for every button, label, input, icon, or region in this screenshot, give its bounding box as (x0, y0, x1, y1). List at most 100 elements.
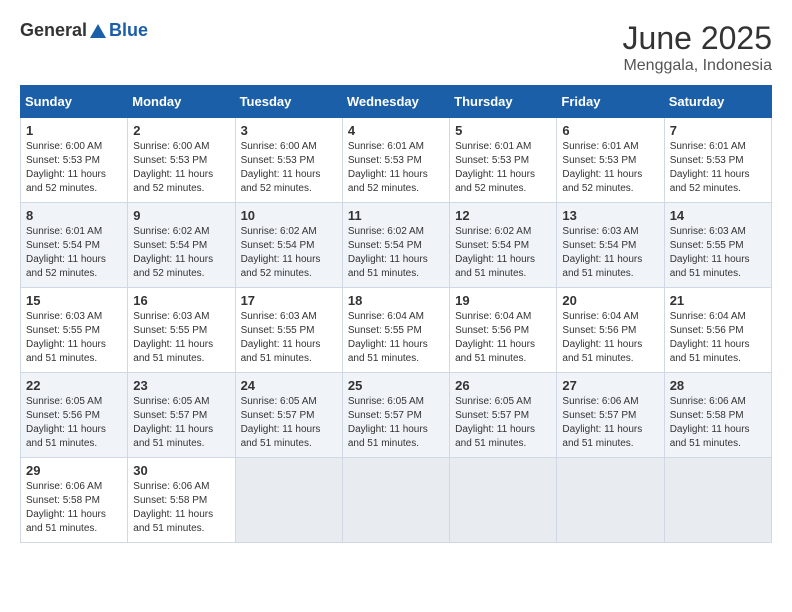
cell-info: Sunrise: 6:06 AMSunset: 5:58 PMDaylight:… (133, 480, 229, 536)
calendar-cell: 24 Sunrise: 6:05 AMSunset: 5:57 PMDayligh… (235, 373, 342, 458)
calendar-cell: 15 Sunrise: 6:03 AMSunset: 5:55 PMDayligh… (21, 288, 128, 373)
day-number: 18 (348, 293, 444, 308)
week-row-1: 1Sunrise: 6:00 AMSunset: 5:53 PMDaylight… (21, 118, 772, 203)
day-number: 24 (241, 378, 337, 393)
header-day-monday: Monday (128, 86, 235, 118)
cell-info: Sunrise: 6:01 AMSunset: 5:53 PMDaylight:… (562, 140, 658, 196)
cell-info: Sunrise: 6:06 AMSunset: 5:58 PMDaylight:… (26, 480, 122, 536)
cell-info: Sunrise: 6:03 AMSunset: 5:55 PMDaylight:… (670, 225, 766, 281)
header-day-tuesday: Tuesday (235, 86, 342, 118)
day-number: 9 (133, 208, 229, 223)
calendar-cell (450, 458, 557, 543)
cell-info: Sunrise: 6:01 AMSunset: 5:53 PMDaylight:… (348, 140, 444, 196)
calendar-cell: 2Sunrise: 6:00 AMSunset: 5:53 PMDaylight… (128, 118, 235, 203)
header-day-thursday: Thursday (450, 86, 557, 118)
cell-info: Sunrise: 6:02 AMSunset: 5:54 PMDaylight:… (241, 225, 337, 281)
calendar-cell (557, 458, 664, 543)
day-number: 7 (670, 123, 766, 138)
cell-info: Sunrise: 6:01 AMSunset: 5:54 PMDaylight:… (26, 225, 122, 281)
cell-info: Sunrise: 6:04 AMSunset: 5:55 PMDaylight:… (348, 310, 444, 366)
cell-info: Sunrise: 6:03 AMSunset: 5:55 PMDaylight:… (241, 310, 337, 366)
cell-info: Sunrise: 6:06 AMSunset: 5:57 PMDaylight:… (562, 395, 658, 451)
calendar-cell: 17 Sunrise: 6:03 AMSunset: 5:55 PMDayligh… (235, 288, 342, 373)
calendar-cell (342, 458, 449, 543)
logo: General Blue (20, 20, 148, 41)
header-day-friday: Friday (557, 86, 664, 118)
calendar-body: 1Sunrise: 6:00 AMSunset: 5:53 PMDaylight… (21, 118, 772, 543)
calendar-cell: 28 Sunrise: 6:06 AMSunset: 5:58 PMDayligh… (664, 373, 771, 458)
cell-info: Sunrise: 6:02 AMSunset: 5:54 PMDaylight:… (133, 225, 229, 281)
cell-info: Sunrise: 6:03 AMSunset: 5:55 PMDaylight:… (133, 310, 229, 366)
header-day-saturday: Saturday (664, 86, 771, 118)
cell-info: Sunrise: 6:01 AMSunset: 5:53 PMDaylight:… (670, 140, 766, 196)
day-number: 27 (562, 378, 658, 393)
day-number: 23 (133, 378, 229, 393)
calendar-cell: 30 Sunrise: 6:06 AMSunset: 5:58 PMDayligh… (128, 458, 235, 543)
month-title: June 2025 (623, 20, 772, 57)
calendar-cell: 13 Sunrise: 6:03 AMSunset: 5:54 PMDayligh… (557, 203, 664, 288)
calendar-cell: 20Sunrise: 6:04 AMSunset: 5:56 PMDayligh… (557, 288, 664, 373)
header-row: SundayMondayTuesdayWednesdayThursdayFrid… (21, 86, 772, 118)
calendar-cell: 12 Sunrise: 6:02 AMSunset: 5:54 PMDayligh… (450, 203, 557, 288)
day-number: 12 (455, 208, 551, 223)
page-header: General Blue June 2025 Menggala, Indones… (20, 20, 772, 75)
week-row-5: 29Sunrise: 6:06 AMSunset: 5:58 PMDayligh… (21, 458, 772, 543)
cell-info: Sunrise: 6:04 AMSunset: 5:56 PMDaylight:… (562, 310, 658, 366)
logo-triangle-icon (89, 22, 107, 40)
cell-info: Sunrise: 6:00 AMSunset: 5:53 PMDaylight:… (133, 140, 229, 196)
day-number: 13 (562, 208, 658, 223)
logo-blue-text: Blue (109, 20, 148, 41)
day-number: 25 (348, 378, 444, 393)
day-number: 30 (133, 463, 229, 478)
day-number: 5 (455, 123, 551, 138)
title-block: June 2025 Menggala, Indonesia (623, 20, 772, 75)
day-number: 14 (670, 208, 766, 223)
week-row-3: 15 Sunrise: 6:03 AMSunset: 5:55 PMDayligh… (21, 288, 772, 373)
cell-info: Sunrise: 6:06 AMSunset: 5:58 PMDaylight:… (670, 395, 766, 451)
day-number: 11 (348, 208, 444, 223)
calendar-cell (235, 458, 342, 543)
cell-info: Sunrise: 6:00 AMSunset: 5:53 PMDaylight:… (241, 140, 337, 196)
location: Menggala, Indonesia (623, 57, 772, 75)
calendar-cell: 26Sunrise: 6:05 AMSunset: 5:57 PMDayligh… (450, 373, 557, 458)
day-number: 16 (133, 293, 229, 308)
calendar-cell: 7 Sunrise: 6:01 AMSunset: 5:53 PMDaylight… (664, 118, 771, 203)
day-number: 3 (241, 123, 337, 138)
calendar-cell: 25 Sunrise: 6:05 AMSunset: 5:57 PMDayligh… (342, 373, 449, 458)
day-number: 6 (562, 123, 658, 138)
day-number: 10 (241, 208, 337, 223)
calendar-cell: 11 Sunrise: 6:02 AMSunset: 5:54 PMDayligh… (342, 203, 449, 288)
cell-info: Sunrise: 6:05 AMSunset: 5:57 PMDaylight:… (348, 395, 444, 451)
calendar-cell: 4 Sunrise: 6:01 AMSunset: 5:53 PMDaylight… (342, 118, 449, 203)
calendar-cell: 22 Sunrise: 6:05 AMSunset: 5:56 PMDayligh… (21, 373, 128, 458)
cell-info: Sunrise: 6:02 AMSunset: 5:54 PMDaylight:… (348, 225, 444, 281)
cell-info: Sunrise: 6:05 AMSunset: 5:57 PMDaylight:… (133, 395, 229, 451)
cell-info: Sunrise: 6:03 AMSunset: 5:55 PMDaylight:… (26, 310, 122, 366)
day-number: 4 (348, 123, 444, 138)
day-number: 28 (670, 378, 766, 393)
cell-info: Sunrise: 6:03 AMSunset: 5:54 PMDaylight:… (562, 225, 658, 281)
calendar-table: SundayMondayTuesdayWednesdayThursdayFrid… (20, 85, 772, 543)
cell-info: Sunrise: 6:05 AMSunset: 5:57 PMDaylight:… (455, 395, 551, 451)
cell-info: Sunrise: 6:05 AMSunset: 5:56 PMDaylight:… (26, 395, 122, 451)
cell-info: Sunrise: 6:05 AMSunset: 5:57 PMDaylight:… (241, 395, 337, 451)
calendar-cell: 23 Sunrise: 6:05 AMSunset: 5:57 PMDayligh… (128, 373, 235, 458)
calendar-cell: 3 Sunrise: 6:00 AMSunset: 5:53 PMDaylight… (235, 118, 342, 203)
day-number: 22 (26, 378, 122, 393)
cell-info: Sunrise: 6:02 AMSunset: 5:54 PMDaylight:… (455, 225, 551, 281)
logo-general-text: General (20, 20, 87, 41)
week-row-2: 8Sunrise: 6:01 AMSunset: 5:54 PMDaylight… (21, 203, 772, 288)
calendar-cell: 16 Sunrise: 6:03 AMSunset: 5:55 PMDayligh… (128, 288, 235, 373)
calendar-cell: 19Sunrise: 6:04 AMSunset: 5:56 PMDayligh… (450, 288, 557, 373)
calendar-cell: 29Sunrise: 6:06 AMSunset: 5:58 PMDayligh… (21, 458, 128, 543)
calendar-cell: 14 Sunrise: 6:03 AMSunset: 5:55 PMDayligh… (664, 203, 771, 288)
calendar-cell (664, 458, 771, 543)
calendar-cell: 5Sunrise: 6:01 AMSunset: 5:53 PMDaylight… (450, 118, 557, 203)
cell-info: Sunrise: 6:04 AMSunset: 5:56 PMDaylight:… (455, 310, 551, 366)
day-number: 21 (670, 293, 766, 308)
cell-info: Sunrise: 6:00 AMSunset: 5:53 PMDaylight:… (26, 140, 122, 196)
day-number: 15 (26, 293, 122, 308)
calendar-cell: 8Sunrise: 6:01 AMSunset: 5:54 PMDaylight… (21, 203, 128, 288)
day-number: 17 (241, 293, 337, 308)
calendar-cell: 9 Sunrise: 6:02 AMSunset: 5:54 PMDaylight… (128, 203, 235, 288)
